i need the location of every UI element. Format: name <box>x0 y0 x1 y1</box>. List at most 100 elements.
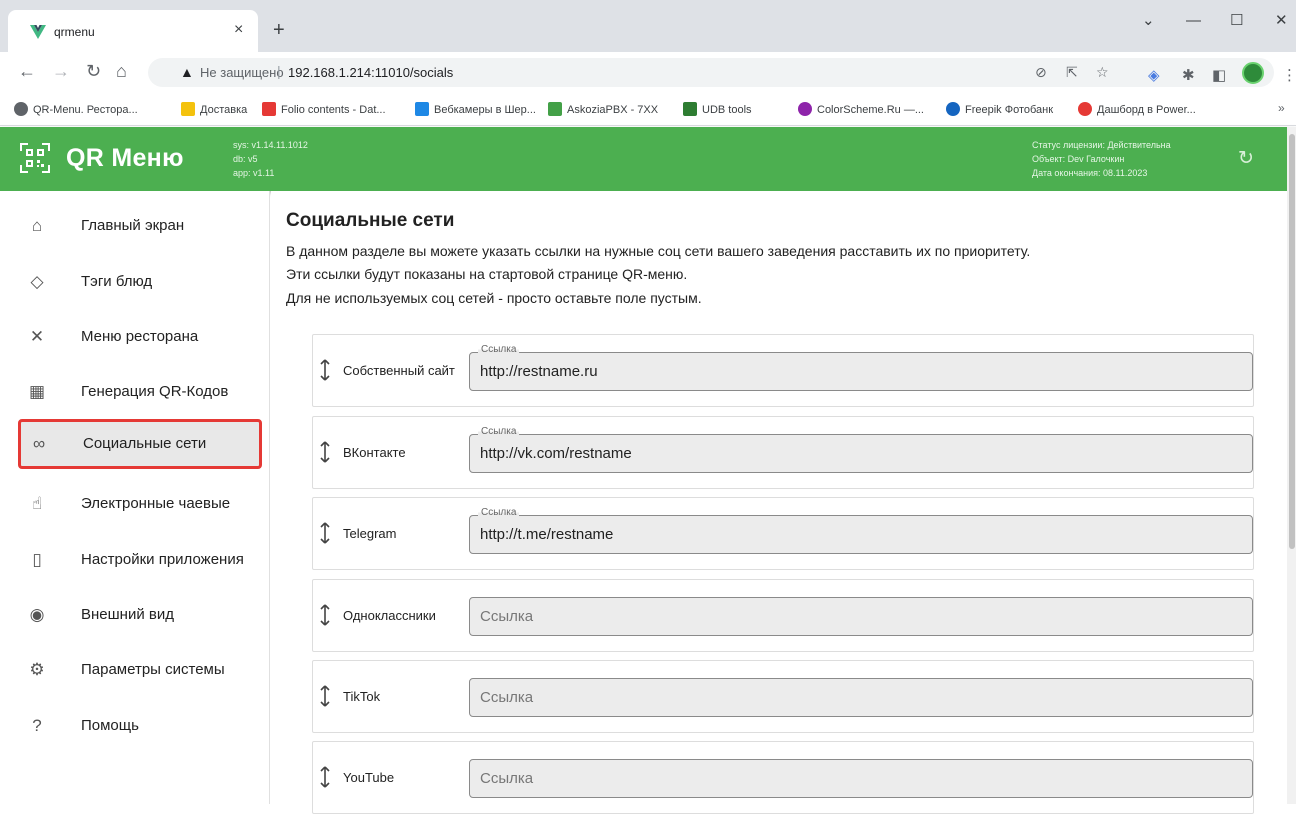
bookmark-item[interactable]: UDB tools <box>683 102 752 116</box>
browser-tabstrip: qrmenu × + ⌄ — ☐ ✕ <box>0 0 1296 52</box>
tab-search-icon[interactable]: ⌄ <box>1142 12 1155 30</box>
version-info: sys: v1.14.11.1012 db: v5 app: v1.11 <box>233 138 308 180</box>
sidebar-item-system[interactable]: ⚙ Параметры системы <box>16 645 260 695</box>
sidebar-item-label: Меню ресторана <box>81 328 199 345</box>
side-panel-icon[interactable]: ◧ <box>1212 66 1226 84</box>
tab-close-icon[interactable]: × <box>234 21 243 39</box>
sidebar-item-appearance[interactable]: ◉ Внешний вид <box>16 590 260 640</box>
sidebar-item-label: Главный экран <box>81 217 185 234</box>
social-card[interactable]: ВКонтакте Ссылка <box>312 416 1254 489</box>
bookmark-item[interactable]: ColorScheme.Ru —... <box>798 102 924 116</box>
extension-shield-icon[interactable]: ◈ <box>1148 66 1160 84</box>
scrollbar-thumb[interactable] <box>1289 134 1295 549</box>
url-text[interactable]: 192.168.1.214:11010/socials <box>288 65 453 80</box>
link-input[interactable] <box>480 516 1240 553</box>
address-bar[interactable]: ▲ Не защищено | 192.168.1.214:11010/soci… <box>148 58 1274 87</box>
link-field[interactable]: Ссылка <box>469 507 1253 554</box>
social-card[interactable]: TikTok <box>312 660 1254 733</box>
link-input[interactable] <box>480 353 1240 390</box>
drag-handle-icon[interactable] <box>319 766 331 788</box>
forward-icon[interactable]: → <box>52 61 70 81</box>
reload-icon[interactable]: ↻ <box>86 61 101 81</box>
sidebar-item-socials[interactable]: ∞ Социальные сети <box>18 419 262 469</box>
social-card[interactable]: Одноклассники <box>312 579 1254 652</box>
bookmark-item[interactable]: Дашборд в Power... <box>1078 102 1196 116</box>
social-name: TikTok <box>343 689 381 704</box>
bookmark-star-icon[interactable]: ☆ <box>1096 64 1109 81</box>
sidebar-item-tags[interactable]: ◇ Тэги блюд <box>16 257 260 307</box>
bookmark-icon <box>262 102 276 116</box>
db-version: db: v5 <box>233 154 258 164</box>
link-input[interactable] <box>480 679 1240 716</box>
home-browser-icon[interactable]: ⌂ <box>116 61 127 81</box>
drag-handle-icon[interactable] <box>319 522 331 544</box>
link-field[interactable]: Ссылка <box>469 344 1253 391</box>
sidebar-item-qr[interactable]: ▦ Генерация QR-Кодов <box>16 367 260 417</box>
help-icon: ? <box>32 716 42 735</box>
url-separator: | <box>277 63 281 79</box>
license-info: Статус лицензии: Действительна Объект: D… <box>1032 138 1171 180</box>
license-object: Объект: Dev Галочкин <box>1032 154 1125 164</box>
link-icon: ∞ <box>32 434 46 453</box>
qr-icon: ▦ <box>28 382 46 401</box>
new-tab-button[interactable]: + <box>273 20 285 40</box>
app-logo-text: QR Меню <box>66 144 184 172</box>
link-input[interactable] <box>480 598 1240 635</box>
refresh-icon[interactable]: ↻ <box>1238 149 1254 168</box>
link-field[interactable]: Ссылка <box>469 426 1253 473</box>
minimize-button[interactable]: — <box>1186 12 1201 30</box>
link-field[interactable] <box>469 597 1253 636</box>
back-icon[interactable]: ← <box>18 61 36 81</box>
lens-icon[interactable]: ⊘ <box>1035 64 1047 81</box>
bookmark-item[interactable]: Доставка <box>181 102 247 116</box>
bookmark-item[interactable]: QR-Menu. Рестора... <box>14 102 138 116</box>
link-input[interactable] <box>480 435 1240 472</box>
social-name: ВКонтакте <box>343 445 406 460</box>
bookmark-item[interactable]: Folio contents - Dat... <box>262 102 386 116</box>
drag-handle-icon[interactable] <box>319 604 331 626</box>
link-field[interactable] <box>469 678 1253 717</box>
bookmark-icon <box>1078 102 1092 116</box>
vue-logo-icon <box>30 25 46 39</box>
eye-icon: ◉ <box>29 605 45 624</box>
browser-menu-icon[interactable]: ⋮ <box>1282 66 1296 84</box>
bookmark-icon <box>798 102 812 116</box>
close-window-button[interactable]: ✕ <box>1275 12 1288 30</box>
sidebar-item-tips[interactable]: ☝ Электронные чаевые <box>16 479 260 529</box>
bookmark-item[interactable]: AskoziaPBX - 7XX <box>548 102 658 116</box>
qr-logo-icon <box>20 143 50 173</box>
tag-icon: ◇ <box>30 272 44 291</box>
license-end-date: Дата окончания: 08.11.2023 <box>1032 168 1148 178</box>
tab-title: qrmenu <box>54 25 95 39</box>
bookmarks-more-icon[interactable]: » <box>1278 101 1285 115</box>
profile-avatar[interactable] <box>1242 62 1264 84</box>
link-field[interactable] <box>469 759 1253 798</box>
page-title: Социальные сети <box>286 210 455 231</box>
link-input[interactable] <box>480 760 1240 797</box>
drag-handle-icon[interactable] <box>319 685 331 707</box>
app-version: app: v1.11 <box>233 168 275 178</box>
gear-icon: ⚙ <box>29 660 45 679</box>
share-icon[interactable]: ⇱ <box>1066 64 1078 81</box>
warning-icon: ▲ <box>180 64 194 80</box>
sidebar-item-label: Электронные чаевые <box>81 495 231 512</box>
sidebar-item-help[interactable]: ? Помощь <box>16 701 260 751</box>
social-card[interactable]: Telegram Ссылка <box>312 497 1254 570</box>
drag-handle-icon[interactable] <box>319 359 331 381</box>
social-card[interactable]: YouTube <box>312 741 1254 814</box>
social-card[interactable]: Собственный сайт Ссылка <box>312 334 1254 407</box>
sidebar-item-app-settings[interactable]: ▯ Настройки приложения <box>16 535 260 585</box>
sidebar-item-home[interactable]: ⌂ Главный экран <box>16 201 260 251</box>
maximize-button[interactable]: ☐ <box>1230 12 1243 30</box>
browser-tab[interactable]: qrmenu × <box>8 10 258 52</box>
bookmark-item[interactable]: Freepik Фотобанк <box>946 102 1053 116</box>
extensions-puzzle-icon[interactable]: ✱ <box>1182 66 1195 84</box>
sidebar-item-label: Параметры системы <box>81 661 225 678</box>
sidebar-item-label: Помощь <box>81 717 139 734</box>
tips-icon: ☝ <box>31 494 43 513</box>
bookmark-icon <box>548 102 562 116</box>
sidebar-item-label: Генерация QR-Кодов <box>81 383 229 400</box>
sidebar-item-menu[interactable]: ✕ Меню ресторана <box>16 312 260 362</box>
drag-handle-icon[interactable] <box>319 441 331 463</box>
bookmark-item[interactable]: Вебкамеры в Шер... <box>415 102 536 116</box>
